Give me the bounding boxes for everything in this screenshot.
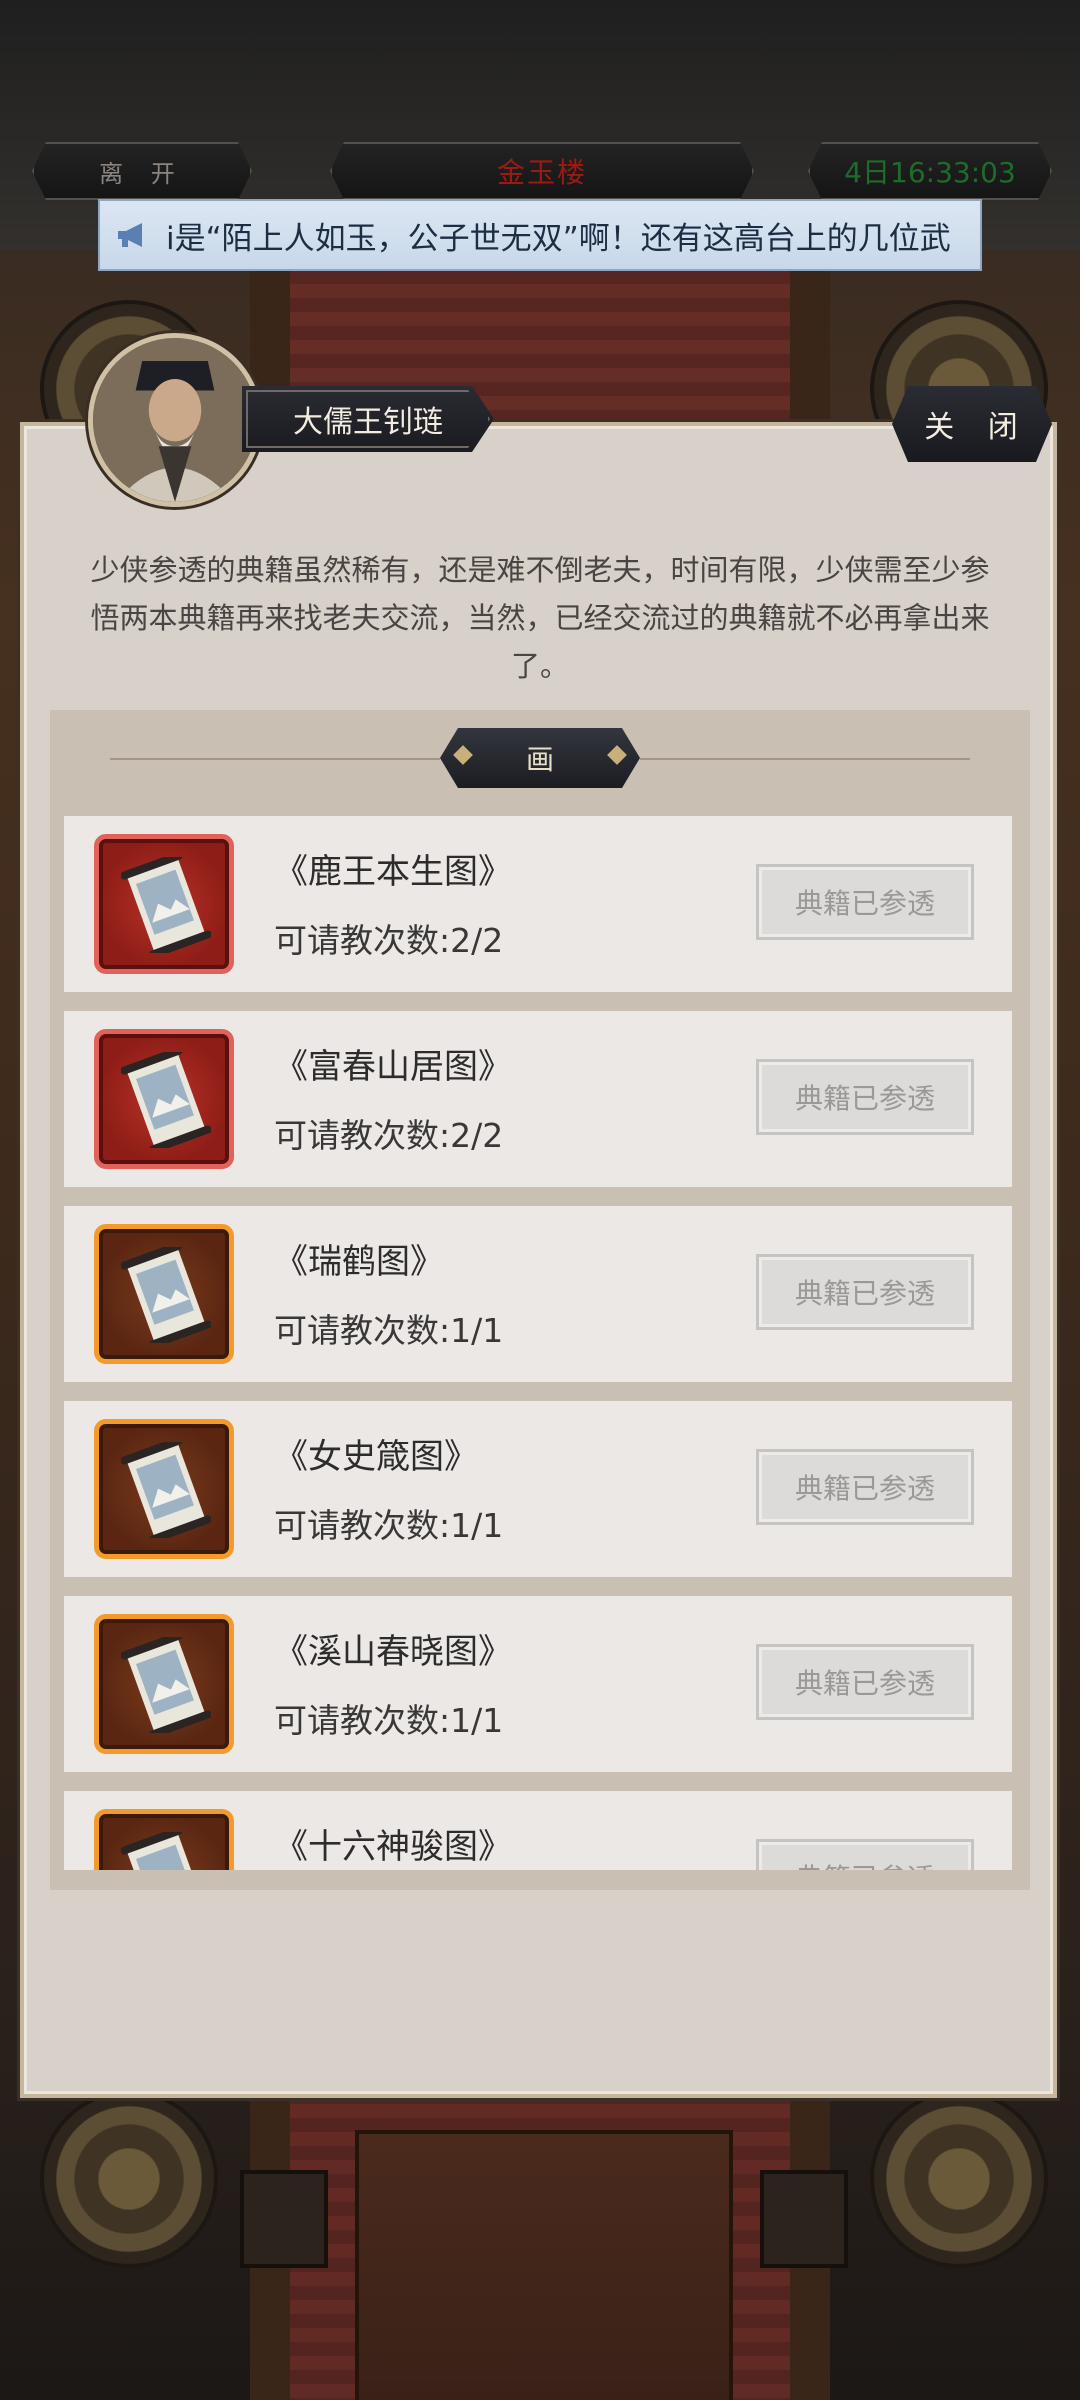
book-list[interactable]: 《鹿王本生图》 可请教次数:2/2 典籍已参透 《富春山居图》 可请教次数:2/… (64, 808, 1012, 1870)
brush-holder-icon (760, 2170, 848, 2268)
book-mastered-button[interactable]: 典籍已参透 (756, 1644, 974, 1720)
npc-name: 大儒王钊琏 (293, 405, 443, 440)
book-title: 《溪山春晓图》 (274, 1632, 512, 1672)
npc-portrait (88, 333, 262, 507)
announcement-text: i是“陌上人如玉，公子世无双”啊！还有这高台上的几位武 (166, 220, 951, 257)
consult-count: 可请教次数:1/1 (274, 1701, 504, 1740)
consult-count: 可请教次数:2/2 (274, 1116, 504, 1155)
list-item: 《瑞鹤图》 可请教次数:1/1 典籍已参透 (64, 1206, 1012, 1382)
vase-icon (240, 2170, 328, 2268)
list-item: 《富春山居图》 可请教次数:2/2 典籍已参透 (64, 1011, 1012, 1187)
consult-count: 可请教次数:1/1 (274, 1311, 504, 1350)
book-mastered-button[interactable]: 典籍已参透 (756, 1839, 974, 1870)
ornament-icon (607, 745, 627, 765)
list-item: 《女史箴图》 可请教次数:1/1 典籍已参透 (64, 1401, 1012, 1577)
close-button[interactable]: 关 闭 (892, 386, 1052, 462)
consult-count: 可请教次数:2/2 (274, 921, 504, 960)
list-item: 《十六神骏图》 典籍已参透 (64, 1791, 1012, 1870)
dialog-intro-text: 少侠参透的典籍虽然稀有，还是难不倒老夫，时间有限，少侠需至少参悟两本典籍再来找老… (90, 553, 990, 683)
consult-count: 可请教次数:1/1 (274, 1506, 504, 1545)
leave-button[interactable]: 离 开 (32, 142, 252, 200)
scroll-painting-icon (94, 1419, 234, 1559)
scroll-painting-icon (94, 1809, 234, 1870)
list-item: 《鹿王本生图》 可请教次数:2/2 典籍已参透 (64, 816, 1012, 992)
book-mastered-button[interactable]: 典籍已参透 (756, 864, 974, 940)
npc-name-plate: 大儒王钊琏 (242, 386, 494, 452)
bronze-disc-decoration (40, 2090, 218, 2268)
venue-title: 金玉楼 (330, 142, 754, 200)
book-title: 《瑞鹤图》 (274, 1242, 444, 1282)
book-mastered-button[interactable]: 典籍已参透 (756, 1059, 974, 1135)
book-title: 《鹿王本生图》 (274, 852, 512, 892)
list-item: 《溪山春晓图》 可请教次数:1/1 典籍已参透 (64, 1596, 1012, 1772)
low-table (355, 2130, 733, 2400)
announcement-marquee: i是“陌上人如玉，公子世无双”啊！还有这高台上的几位武 (98, 199, 982, 271)
scroll-painting-icon (94, 1224, 234, 1364)
category-tab-painting: 画 (440, 728, 640, 788)
book-title: 《女史箴图》 (274, 1437, 478, 1477)
scroll-painting-icon (94, 1029, 234, 1169)
scroll-painting-icon (94, 834, 234, 974)
category-label: 画 (525, 743, 554, 776)
ornament-icon (453, 745, 473, 765)
event-timer: 4日16:33:03 (808, 142, 1052, 200)
book-title: 《十六神骏图》 (274, 1827, 512, 1867)
book-mastered-button[interactable]: 典籍已参透 (756, 1449, 974, 1525)
scroll-painting-icon (94, 1614, 234, 1754)
megaphone-icon (116, 221, 156, 249)
divider (110, 758, 440, 760)
book-mastered-button[interactable]: 典籍已参透 (756, 1254, 974, 1330)
bronze-disc-decoration (870, 2090, 1048, 2268)
book-title: 《富春山居图》 (274, 1047, 512, 1087)
divider (640, 758, 970, 760)
